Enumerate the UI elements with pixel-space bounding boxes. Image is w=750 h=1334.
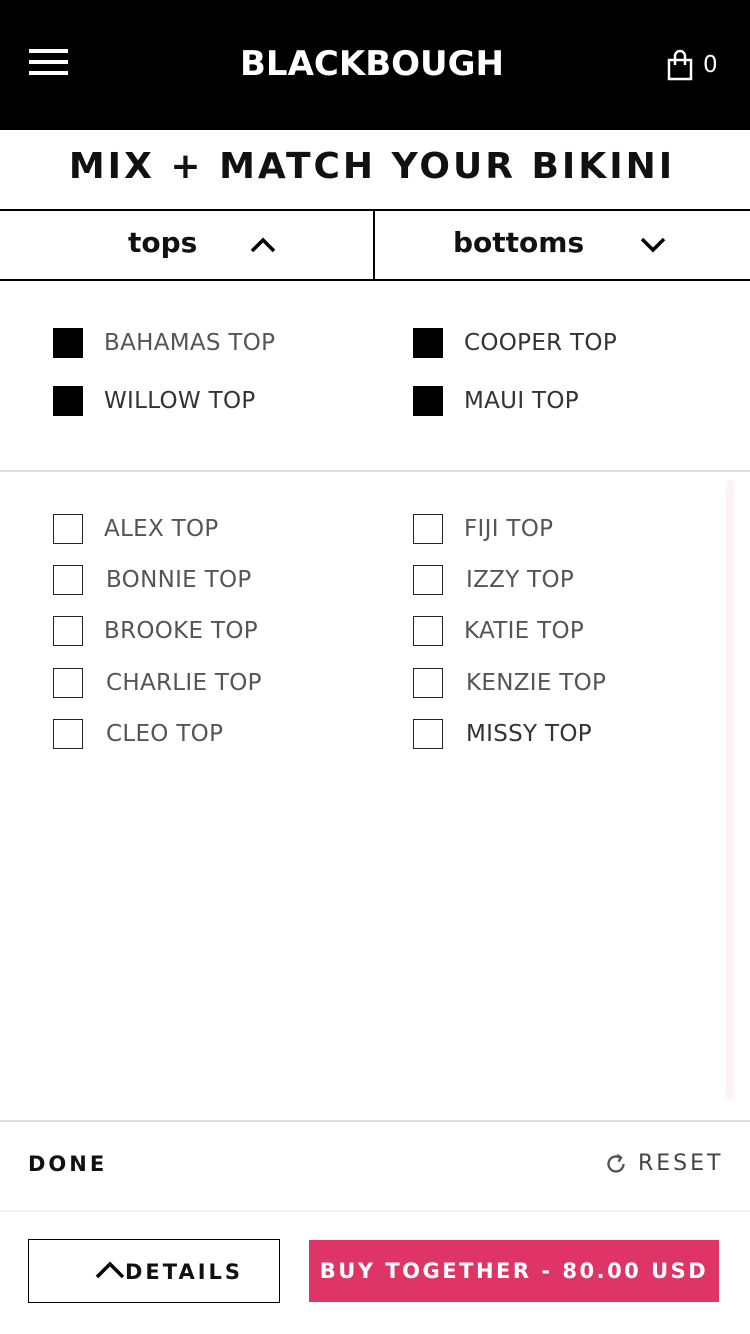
cart-button[interactable]: 0: [666, 48, 718, 82]
done-button[interactable]: DONE: [28, 1150, 107, 1178]
page-title: MIX + MATCH YOUR BIKINI: [68, 146, 676, 187]
list-item[interactable]: WILLOW TOP: [53, 386, 256, 416]
list-item[interactable]: BAHAMAS TOP: [53, 328, 275, 358]
item-label: KATIE TOP: [464, 618, 585, 644]
item-label: MAUI TOP: [464, 388, 579, 414]
list-item[interactable]: MAUI TOP: [413, 386, 579, 416]
chevron-up-icon: [95, 1261, 125, 1279]
tab-tops[interactable]: tops: [0, 211, 375, 279]
checkbox[interactable]: [413, 514, 443, 544]
checkbox[interactable]: [413, 668, 443, 698]
checkbox[interactable]: [413, 719, 443, 749]
checkbox[interactable]: [413, 386, 443, 416]
refresh-icon: [607, 1153, 625, 1173]
checkbox[interactable]: [53, 616, 83, 646]
item-label: CHARLIE TOP: [106, 670, 262, 696]
buy-together-button[interactable]: BUY TOGETHER - 80.00 USD: [309, 1240, 719, 1302]
chevron-down-icon: [640, 237, 666, 253]
item-label: WILLOW TOP: [104, 388, 256, 414]
details-label: DETAILS: [125, 1260, 244, 1284]
item-label: ALEX TOP: [104, 516, 219, 542]
checkbox[interactable]: [53, 514, 83, 544]
tab-bottoms-label: bottoms: [453, 226, 585, 259]
list-item[interactable]: BONNIE TOP: [53, 565, 252, 595]
item-label: BAHAMAS TOP: [104, 330, 276, 356]
list-item[interactable]: COOPER TOP: [413, 328, 617, 358]
checkbox[interactable]: [53, 668, 83, 698]
mix-match-page: BLACKBOUGH 0 MIX + MATCH YOUR BIKINI top…: [0, 0, 750, 1334]
item-label: COOPER TOP: [464, 330, 617, 356]
list-item[interactable]: FIJI TOP: [413, 514, 553, 544]
options-list[interactable]: ALEX TOP FIJI TOP BONNIE TOP IZZY TOP BR…: [0, 474, 750, 1122]
checkbox[interactable]: [53, 386, 83, 416]
category-tabs: tops bottoms: [0, 209, 750, 281]
item-label: CLEO TOP: [106, 721, 224, 747]
item-label: KENZIE TOP: [466, 670, 607, 696]
checkbox[interactable]: [53, 719, 83, 749]
tab-bottoms[interactable]: bottoms: [375, 211, 750, 279]
reset-label: RESET: [638, 1151, 724, 1176]
chevron-up-icon: [250, 237, 276, 253]
checkbox[interactable]: [413, 328, 443, 358]
item-label: MISSY TOP: [466, 721, 592, 747]
list-item[interactable]: CHARLIE TOP: [53, 668, 262, 698]
brand-logo[interactable]: BLACKBOUGH: [0, 42, 744, 86]
checkbox[interactable]: [53, 328, 83, 358]
reset-button[interactable]: RESET: [604, 1150, 724, 1178]
divider: [0, 1210, 750, 1212]
list-item[interactable]: CLEO TOP: [53, 719, 223, 749]
list-item[interactable]: MISSY TOP: [413, 719, 592, 749]
selected-items-section: BAHAMAS TOP COOPER TOP WILLOW TOP MAUI T…: [0, 281, 750, 472]
checkbox[interactable]: [413, 616, 443, 646]
item-label: BONNIE TOP: [106, 567, 252, 593]
details-button[interactable]: DETAILS: [28, 1239, 280, 1303]
list-item[interactable]: KATIE TOP: [413, 616, 584, 646]
item-label: IZZY TOP: [466, 567, 575, 593]
shopping-bag-icon: [667, 49, 693, 81]
tab-tops-label: tops: [128, 226, 198, 259]
cart-count: 0: [703, 52, 718, 78]
checkbox[interactable]: [53, 565, 83, 595]
list-item[interactable]: ALEX TOP: [53, 514, 219, 544]
scrollbar[interactable]: [726, 480, 734, 1100]
buy-together-label: BUY TOGETHER - 80.00 USD: [319, 1259, 709, 1283]
list-item[interactable]: KENZIE TOP: [413, 668, 606, 698]
item-label: BROOKE TOP: [104, 618, 258, 644]
item-label: FIJI TOP: [464, 516, 554, 542]
list-item[interactable]: IZZY TOP: [413, 565, 574, 595]
top-header: BLACKBOUGH 0: [0, 0, 750, 130]
checkbox[interactable]: [413, 565, 443, 595]
list-item[interactable]: BROOKE TOP: [53, 616, 258, 646]
